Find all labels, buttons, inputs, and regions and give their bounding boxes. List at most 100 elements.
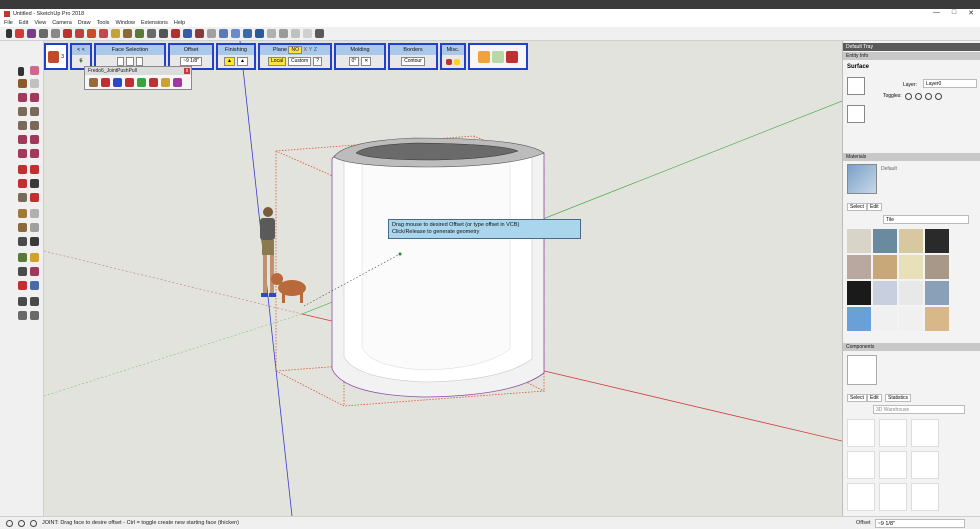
credits-icon[interactable]: [18, 519, 25, 527]
paint-tool-icon[interactable]: [18, 79, 27, 88]
component-thumb-5[interactable]: [879, 451, 907, 479]
component-thumb-2[interactable]: [879, 419, 907, 447]
plane-z-toggle[interactable]: Z: [314, 47, 317, 53]
components-header[interactable]: Components: [843, 343, 980, 351]
locked-toggle-icon[interactable]: [915, 93, 922, 100]
axes-tool-icon[interactable]: [18, 237, 27, 246]
tape-measure-tool-icon[interactable]: [18, 209, 27, 218]
jpp-molding-label[interactable]: Molding: [336, 45, 384, 55]
tile-swatch-8[interactable]: [925, 255, 949, 279]
jpp-floating-palette[interactable]: Fredo6_JointPushPull x: [84, 66, 192, 90]
arc-tool-icon[interactable]: [18, 135, 27, 144]
three-point-arc-icon[interactable]: [18, 149, 27, 158]
face-selection-option-1[interactable]: [116, 57, 125, 66]
plane-x-toggle[interactable]: X: [304, 47, 308, 53]
scale-tool-icon[interactable]: [18, 193, 27, 202]
component-thumb-6[interactable]: [911, 451, 939, 479]
select-arrow-icon[interactable]: [6, 29, 12, 38]
iso-view-icon[interactable]: [207, 29, 216, 38]
move-tool-icon[interactable]: [18, 165, 27, 174]
molding-angle-value[interactable]: 0°: [348, 57, 360, 66]
dimension-tool-icon[interactable]: [30, 209, 39, 218]
rotated-rectangle-icon[interactable]: [30, 107, 39, 116]
component-thumb-1[interactable]: [847, 419, 875, 447]
freehand-tool-icon[interactable]: [30, 93, 39, 102]
tile-swatch-15[interactable]: [899, 307, 923, 331]
text-tool-icon[interactable]: [30, 223, 39, 232]
palette-title[interactable]: Fredo6_JointPushPull: [85, 67, 191, 75]
jpp-plane-label[interactable]: Plane: [273, 47, 287, 53]
zoom-tool-icon[interactable]: [18, 267, 27, 276]
pan-icon[interactable]: [147, 29, 156, 38]
entity-info-header[interactable]: Entity Info: [843, 52, 980, 60]
push-pull-tool-icon[interactable]: [30, 165, 39, 174]
cast-shadow-toggle-icon[interactable]: [925, 93, 932, 100]
walk-tool-icon[interactable]: [18, 311, 27, 320]
jpp-borders-label[interactable]: Borders: [390, 45, 436, 55]
jpp-misc-label[interactable]: Misc.: [442, 45, 464, 55]
tile-swatch-2[interactable]: [873, 229, 897, 253]
menu-extensions[interactable]: Extensions: [141, 20, 168, 26]
eraser-tool-icon[interactable]: [30, 66, 39, 75]
misc-palette-icon[interactable]: [454, 58, 460, 65]
material-select-tab[interactable]: Select: [847, 203, 867, 211]
back-material-preview[interactable]: [847, 105, 865, 123]
hidden-toggle-icon[interactable]: [905, 93, 912, 100]
rotate-icon[interactable]: [87, 29, 96, 38]
warehouse-icon[interactable]: [183, 29, 192, 38]
tile-swatch-10[interactable]: [873, 281, 897, 305]
component-thumb-8[interactable]: [879, 483, 907, 511]
palette-tool-vector-icon[interactable]: [101, 78, 110, 87]
front-view-icon[interactable]: [219, 29, 228, 38]
tile-swatch-9[interactable]: [847, 281, 871, 305]
jpp-finishing-label[interactable]: Finishing: [218, 45, 254, 55]
menu-file[interactable]: File: [4, 20, 13, 26]
vcb-value[interactable]: ~9 1/8": [874, 518, 965, 528]
section-plane-icon[interactable]: [30, 311, 39, 320]
rectangle-tool-icon[interactable]: [18, 107, 27, 116]
component-thumb-4[interactable]: [847, 451, 875, 479]
jpp-offset-label[interactable]: Offset: [170, 45, 212, 55]
shape-tool-icon[interactable]: [39, 29, 48, 38]
finishing-down-icon[interactable]: ▲: [237, 57, 248, 66]
3d-text-tool-icon[interactable]: [30, 237, 39, 246]
minimize-button[interactable]: —: [933, 9, 940, 17]
circle-tool-icon[interactable]: [51, 29, 60, 38]
menu-draw[interactable]: Draw: [78, 20, 91, 26]
palette-tool-purple-icon[interactable]: [173, 78, 182, 87]
face-selection-option-2[interactable]: [126, 57, 134, 66]
jpp-nav-label[interactable]: < < <: [72, 45, 90, 63]
menu-view[interactable]: View: [34, 20, 46, 26]
borders-select[interactable]: Contour: [401, 57, 425, 66]
palette-tool-red-icon[interactable]: [149, 78, 158, 87]
eraser-icon[interactable]: [15, 29, 24, 38]
tile-swatch-16[interactable]: [925, 307, 949, 331]
xray-icon[interactable]: [267, 29, 276, 38]
palette-tool-follow-icon[interactable]: [137, 78, 146, 87]
menu-window[interactable]: Window: [115, 20, 135, 26]
material-category-select[interactable]: Tile: [883, 215, 969, 224]
palette-tool-joint-icon[interactable]: [89, 78, 98, 87]
protractor-tool-icon[interactable]: [18, 223, 27, 232]
zoom-icon[interactable]: [159, 29, 168, 38]
select-tool-icon[interactable]: [18, 67, 24, 76]
palette-close-button[interactable]: x: [184, 68, 190, 74]
zoom-extents-icon[interactable]: [171, 29, 180, 38]
finishing-up-icon[interactable]: ▲: [224, 57, 235, 66]
paint-bucket-icon[interactable]: [123, 29, 132, 38]
jpp-down-arrow-icon[interactable]: ▼: [78, 59, 83, 65]
component-statistics-tab[interactable]: Statistics: [885, 394, 912, 402]
component-thumb-3[interactable]: [911, 419, 939, 447]
move-icon[interactable]: [75, 29, 84, 38]
zoom-extents-tool-icon[interactable]: [18, 281, 27, 290]
tape-measure-icon[interactable]: [111, 29, 120, 38]
shaded-icon[interactable]: [303, 29, 312, 38]
rotate-tool-icon[interactable]: [18, 179, 27, 188]
custom-toggle[interactable]: Custom: [287, 57, 312, 66]
face-selection-option-3[interactable]: [135, 57, 144, 66]
scale-icon[interactable]: [99, 29, 108, 38]
make-component-icon[interactable]: [30, 79, 39, 88]
close-window-button[interactable]: ✕: [968, 9, 974, 17]
plane-no-toggle[interactable]: NO: [288, 46, 302, 54]
position-camera-icon[interactable]: [18, 297, 27, 306]
